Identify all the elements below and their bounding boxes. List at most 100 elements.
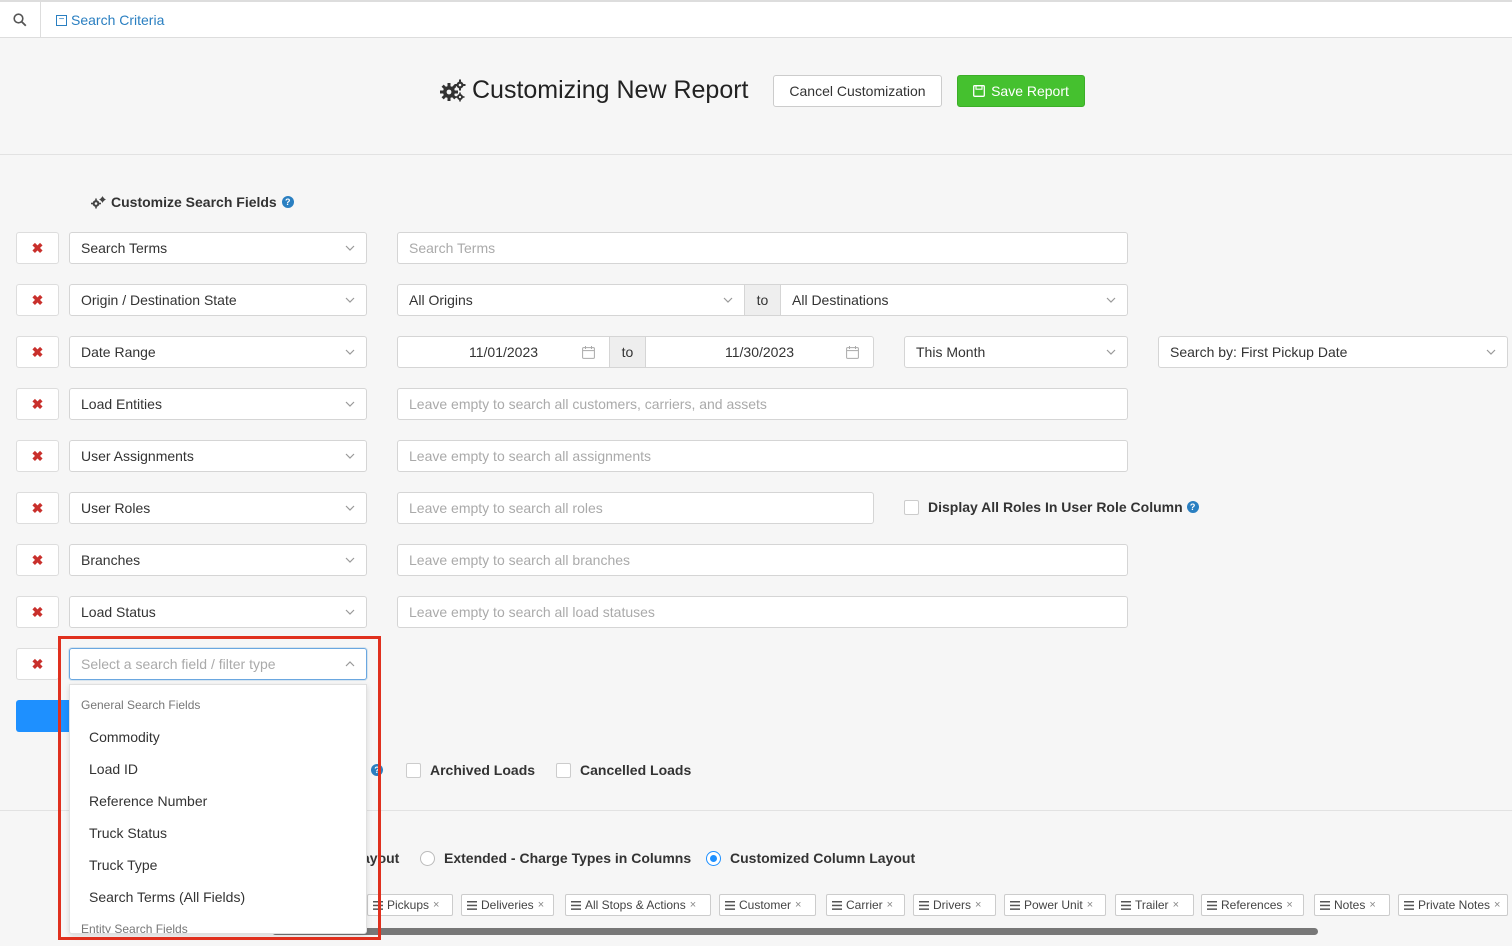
field-type-select[interactable]: Load Status xyxy=(69,596,367,628)
customized-layout-radio[interactable] xyxy=(706,850,721,866)
extended-layout-radio[interactable] xyxy=(420,850,435,866)
drag-handle-icon[interactable] xyxy=(1207,900,1217,910)
drag-handle-icon[interactable] xyxy=(373,900,383,910)
column-chip[interactable]: Deliveries × xyxy=(461,894,554,916)
drag-handle-icon[interactable] xyxy=(1404,900,1414,910)
search-terms-input[interactable]: Search Terms xyxy=(397,232,1128,264)
calendar-icon[interactable] xyxy=(582,346,595,359)
remove-column-icon[interactable]: × xyxy=(1494,899,1500,911)
branches-input[interactable]: Leave empty to search all branches xyxy=(397,544,1128,576)
calendar-icon[interactable] xyxy=(846,346,859,359)
to-separator: to xyxy=(744,284,781,316)
destination-select[interactable]: All Destinations xyxy=(780,284,1128,316)
column-chip-label: References xyxy=(1221,898,1283,912)
load-entities-input[interactable]: Leave empty to search all customers, car… xyxy=(397,388,1128,420)
search-toggle-button[interactable] xyxy=(0,2,41,38)
column-chip[interactable]: Pickups × xyxy=(367,894,453,916)
remove-column-icon[interactable]: × xyxy=(795,899,801,911)
column-chip[interactable]: Power Unit × xyxy=(1004,894,1106,916)
origin-select[interactable]: All Origins xyxy=(397,284,745,316)
remove-column-icon[interactable]: × xyxy=(690,899,696,911)
remove-field-button[interactable]: ✖ xyxy=(16,284,59,316)
remove-field-button[interactable]: ✖ xyxy=(16,388,59,420)
cancel-customization-button[interactable]: Cancel Customization xyxy=(773,75,942,107)
archived-loads-option[interactable]: Archived Loads xyxy=(406,762,535,778)
gears-icon xyxy=(440,79,466,101)
remove-field-button[interactable]: ✖ xyxy=(16,596,59,628)
date-period-select[interactable]: This Month xyxy=(904,336,1128,368)
user-assignments-input[interactable]: Leave empty to search all assignments xyxy=(397,440,1128,472)
drag-handle-icon[interactable] xyxy=(919,900,929,910)
field-type-select[interactable]: Date Range xyxy=(69,336,367,368)
remove-column-icon[interactable]: × xyxy=(887,899,893,911)
field-type-value: Branches xyxy=(81,552,141,568)
field-type-select[interactable]: User Assignments xyxy=(69,440,367,472)
remove-column-icon[interactable]: × xyxy=(1173,899,1179,911)
drag-handle-icon[interactable] xyxy=(1010,900,1020,910)
remove-field-button[interactable]: ✖ xyxy=(16,492,59,524)
new-field-type-select[interactable]: Select a search field / filter type xyxy=(69,648,367,680)
dropdown-option[interactable]: Truck Status xyxy=(70,817,366,849)
remove-column-icon[interactable]: × xyxy=(1286,899,1292,911)
horizontal-scrollbar[interactable] xyxy=(272,928,1318,935)
column-chip[interactable]: References × xyxy=(1201,894,1304,916)
archived-loads-checkbox[interactable] xyxy=(406,762,421,778)
drag-handle-icon[interactable] xyxy=(1320,900,1330,910)
cancelled-loads-checkbox[interactable] xyxy=(556,762,571,778)
save-report-button[interactable]: Save Report xyxy=(957,75,1085,107)
dropdown-option[interactable]: Reference Number xyxy=(70,785,366,817)
remove-field-button[interactable]: ✖ xyxy=(16,544,59,576)
dropdown-option[interactable]: Truck Type xyxy=(70,849,366,881)
add-field-button[interactable] xyxy=(16,700,76,732)
load-status-input[interactable]: Leave empty to search all load statuses xyxy=(397,596,1128,628)
extended-layout-option[interactable]: Extended - Charge Types in Columns xyxy=(420,850,691,866)
column-chip[interactable]: Customer × xyxy=(719,894,816,916)
cancelled-loads-option[interactable]: Cancelled Loads xyxy=(556,762,691,778)
column-chip[interactable]: Notes × xyxy=(1314,894,1390,916)
column-chip[interactable]: Private Notes × xyxy=(1398,894,1508,916)
drag-handle-icon[interactable] xyxy=(467,900,477,910)
dropdown-option[interactable]: Search Terms (All Fields) xyxy=(70,881,366,913)
column-chip[interactable]: All Stops & Actions × xyxy=(565,894,711,916)
display-all-roles-checkbox[interactable] xyxy=(904,499,919,515)
remove-column-icon[interactable]: × xyxy=(1087,899,1093,911)
search-criteria-toggle[interactable]: − Search Criteria xyxy=(56,12,164,28)
remove-field-button[interactable]: ✖ xyxy=(16,232,59,264)
field-type-select[interactable]: Load Entities xyxy=(69,388,367,420)
remove-field-button[interactable]: ✖ xyxy=(16,440,59,472)
chevron-down-icon xyxy=(345,297,355,303)
remove-column-icon[interactable]: × xyxy=(433,899,439,911)
top-bar: − Search Criteria xyxy=(0,0,1512,38)
field-type-select[interactable]: Branches xyxy=(69,544,367,576)
field-type-select[interactable]: Search Terms xyxy=(69,232,367,264)
cancelled-loads-label: Cancelled Loads xyxy=(580,762,692,778)
help-icon[interactable]: ? xyxy=(1186,501,1199,513)
remove-column-icon[interactable]: × xyxy=(538,899,544,911)
chevron-down-icon xyxy=(345,349,355,355)
display-all-roles-option[interactable]: Display All Roles In User Role Column ? xyxy=(904,499,1199,515)
remove-column-icon[interactable]: × xyxy=(1369,899,1375,911)
remove-field-button[interactable]: ✖ xyxy=(16,336,59,368)
search-by-date-select[interactable]: Search by: First Pickup Date xyxy=(1158,336,1508,368)
user-roles-input[interactable]: Leave empty to search all roles xyxy=(397,492,874,524)
drag-handle-icon[interactable] xyxy=(571,900,581,910)
field-type-select[interactable]: Origin / Destination State xyxy=(69,284,367,316)
help-icon[interactable]: ? xyxy=(281,196,294,208)
column-chip[interactable]: Trailer × xyxy=(1115,894,1194,916)
remove-column-icon[interactable]: × xyxy=(975,899,981,911)
column-chip[interactable]: Drivers × xyxy=(913,894,996,916)
drag-handle-icon[interactable] xyxy=(725,900,735,910)
column-chip[interactable]: Carrier × xyxy=(826,894,905,916)
drag-handle-icon[interactable] xyxy=(1121,900,1131,910)
dropdown-option[interactable]: Load ID xyxy=(70,753,366,785)
collapse-icon: − xyxy=(56,14,67,26)
start-date-input[interactable]: 11/01/2023 xyxy=(397,336,610,368)
end-date-input[interactable]: 11/30/2023 xyxy=(645,336,874,368)
remove-field-button[interactable]: ✖ xyxy=(16,648,59,680)
field-type-select[interactable]: User Roles xyxy=(69,492,367,524)
customized-layout-option[interactable]: Customized Column Layout xyxy=(706,850,915,866)
dropdown-option[interactable]: Commodity xyxy=(70,721,366,753)
field-type-dropdown: General Search Fields Commodity Load ID … xyxy=(69,684,367,934)
drag-handle-icon[interactable] xyxy=(832,900,842,910)
help-icon[interactable]: ? xyxy=(371,764,383,776)
